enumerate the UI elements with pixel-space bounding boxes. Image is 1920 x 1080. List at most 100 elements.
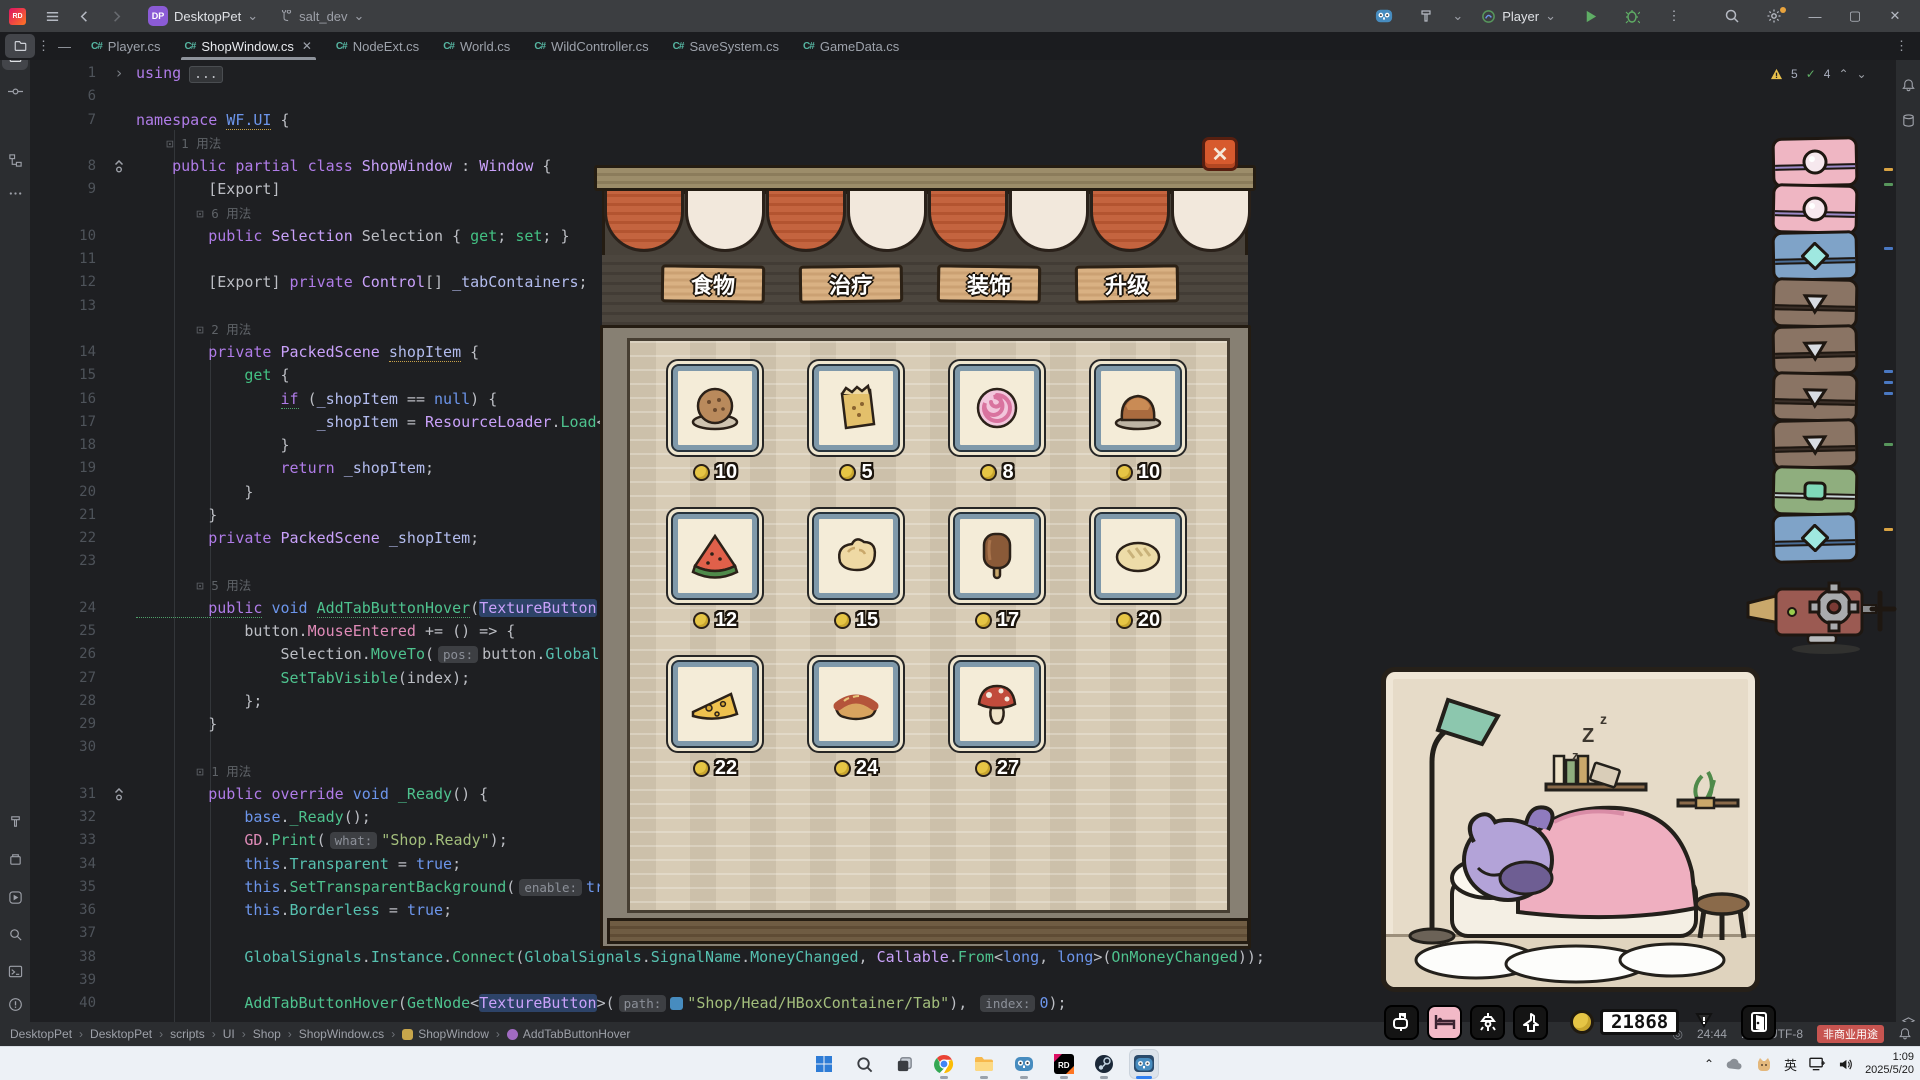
usages-inlay[interactable]: ⊡ 1 用法 [136,136,221,151]
chest-pink-pearl[interactable] [1771,136,1858,188]
chest-green-emerald[interactable] [1771,465,1858,517]
error-stripe-mark[interactable] [1884,392,1893,395]
network-icon[interactable] [1809,1057,1826,1071]
file-tab-wildcontroller-cs[interactable]: C#WildController.cs [522,32,660,60]
chest-brown-silver[interactable] [1771,324,1858,376]
file-tab-world-cs[interactable]: C#World.cs [431,32,522,60]
next-problem-icon[interactable]: ⌄ [1857,67,1867,81]
shop-item-snack-bag[interactable] [807,359,905,457]
taskbar-app-godot[interactable] [1010,1050,1038,1078]
toolwindow-database-icon[interactable] [1896,105,1920,135]
error-stripe-mark[interactable] [1884,183,1893,186]
toolwindow-structure-icon[interactable] [0,145,30,175]
vcs-branch-selector[interactable]: salt_dev ⌄ [272,6,372,26]
game-door-button[interactable] [1741,1005,1776,1040]
project-selector[interactable]: DP DesktopPet ⌄ [140,4,266,28]
taskbar-app-steam[interactable] [1090,1050,1118,1078]
game-hand-button[interactable] [1513,1005,1548,1040]
chest-pink-pearl[interactable] [1771,183,1858,235]
breadcrumb-item[interactable]: Shop [253,1027,281,1041]
usages-inlay[interactable]: ⊡ 1 用法 [136,764,251,779]
shop-item-candy-swirl[interactable] [948,359,1046,457]
settings-gear-icon[interactable] [1760,4,1788,28]
override-gutter-icon[interactable] [102,155,136,178]
breadcrumb-item[interactable]: UI [223,1027,235,1041]
toolwindow-terminal-icon[interactable] [0,956,30,986]
window-minimize-button[interactable]: — [1800,2,1830,30]
game-lamp-button[interactable] [1470,1005,1505,1040]
tray-chevron-up-icon[interactable]: ⌃ [1704,1057,1714,1071]
error-stripe-mark[interactable] [1884,168,1893,171]
search-everywhere-icon[interactable] [1718,4,1746,28]
build-hammer-icon[interactable] [1412,4,1440,28]
fold-chevron-icon[interactable]: › [102,62,136,85]
toolwindow-nuget-icon[interactable] [0,844,30,874]
file-tab-gamedata-cs[interactable]: C#GameData.cs [791,32,911,60]
license-badge[interactable]: 非商业用途 [1817,1025,1884,1043]
game-mailbox-button[interactable] [1384,1005,1419,1040]
chest-blue-gem[interactable] [1771,230,1858,282]
usages-inlay[interactable]: ⊡ 2 用法 [136,322,251,337]
toolwindow-unit-tests-icon[interactable] [0,882,30,912]
shop-tab-3[interactable]: 装饰 [937,264,1042,303]
override-gutter-icon[interactable] [102,783,136,806]
chevron-down-icon[interactable]: ⌄ [1452,8,1463,24]
error-stripe-mark[interactable] [1884,443,1893,446]
prev-problem-icon[interactable]: ⌃ [1838,67,1848,81]
error-stripe-mark[interactable] [1884,247,1893,250]
toolwindow-commit-icon[interactable] [0,76,30,106]
tab-options-icon[interactable]: ⋮ [1883,32,1920,60]
window-close-button[interactable]: ✕ [1880,2,1910,30]
usages-inlay[interactable]: ⊡ 6 用法 [136,206,251,221]
close-tab-icon[interactable]: ✕ [302,39,312,53]
run-configuration-selector[interactable]: Player ⌄ [1473,6,1564,26]
shop-tab-1[interactable]: 食物 [661,264,766,303]
file-tab-shopwindow-cs[interactable]: C#ShopWindow.cs✕ [173,32,324,60]
onedrive-cloud-icon[interactable] [1726,1058,1744,1070]
file-tab-nodeext-cs[interactable]: C#NodeExt.cs [324,32,431,60]
breadcrumb-item[interactable]: ShopWindow.cs [299,1027,384,1041]
error-stripe-mark[interactable] [1884,381,1893,384]
shop-item-bread[interactable] [1089,507,1187,605]
error-stripe-mark[interactable] [1884,370,1893,373]
toolwindow-notifications-icon[interactable] [1896,70,1920,100]
shop-item-bun[interactable] [807,507,905,605]
taskbar-app-godot-active[interactable] [1130,1050,1158,1078]
toolwindow-find-icon[interactable] [0,919,30,949]
breadcrumb-item[interactable]: DesktopPet [10,1027,72,1041]
shop-item-watermelon[interactable] [666,507,764,605]
taskbar-app-search[interactable] [850,1050,878,1078]
ime-language-indicator[interactable]: 英 [1784,1055,1797,1074]
chest-brown-silver[interactable] [1771,418,1858,470]
toolwindow-build-icon[interactable] [0,806,30,836]
shop-item-hotdog[interactable] [807,655,905,753]
debug-button[interactable] [1618,4,1646,28]
shop-item-mushroom[interactable] [948,655,1046,753]
chest-brown-silver[interactable] [1771,371,1858,423]
usages-inlay[interactable]: ⊡ 5 用法 [136,578,251,593]
shop-item-pudding[interactable] [1089,359,1187,457]
breadcrumb-item[interactable]: AddTabButtonHover [507,1027,630,1041]
main-menu-icon[interactable] [38,4,66,28]
taskbar-app-windows-start[interactable] [810,1050,838,1078]
breadcrumb-item[interactable]: ShopWindow [402,1027,489,1041]
hide-toolwindow-icon[interactable]: — [50,32,79,60]
toolwindow-more-tool-windows-icon[interactable] [0,178,30,208]
taskbar-app-chrome[interactable] [930,1050,958,1078]
breadcrumb-item[interactable]: DesktopPet [90,1027,152,1041]
notifications-bell-icon[interactable] [1898,1027,1912,1041]
file-tab-savesystem-cs[interactable]: C#SaveSystem.cs [661,32,791,60]
back-arrow-icon[interactable] [70,4,98,28]
breadcrumb-item[interactable]: scripts [170,1027,205,1041]
taskbar-app-task-view[interactable] [890,1050,918,1078]
desktop-pet-tray-icon[interactable] [1756,1057,1772,1071]
shop-item-cheese[interactable] [666,655,764,753]
taskbar-app-explorer[interactable] [970,1050,998,1078]
error-stripe-mark[interactable] [1884,528,1893,531]
godot-editor-icon[interactable] [1370,4,1398,28]
taskbar-clock[interactable]: 1:09 2025/5/20 [1865,1051,1914,1077]
inspections-widget[interactable]: 5 ✓ 4 ⌃ ⌄ [1764,63,1873,85]
more-actions-icon[interactable]: ⋮ [1660,4,1688,28]
game-alert-icon[interactable] [1695,1011,1713,1034]
toolwindow-problems-icon[interactable] [0,989,30,1019]
